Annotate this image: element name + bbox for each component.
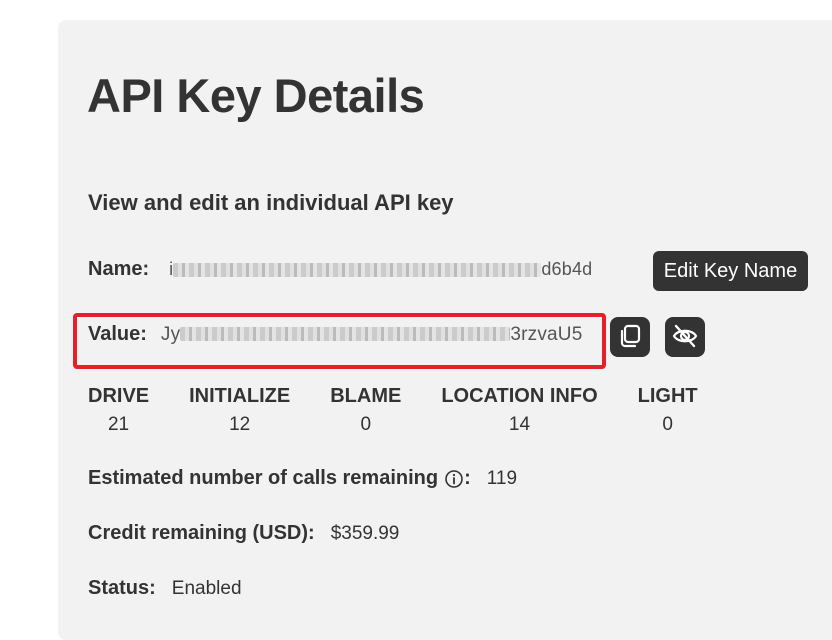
eye-off-icon bbox=[671, 322, 699, 353]
copy-icon bbox=[617, 323, 643, 352]
stat-value: 12 bbox=[229, 414, 251, 435]
key-name-redacted bbox=[173, 263, 542, 278]
stat-location-info: LOCATION INFO 14 bbox=[441, 385, 597, 436]
key-value-label: Value: bbox=[88, 323, 147, 345]
stat-initialize: INITIALIZE 12 bbox=[189, 385, 290, 436]
calls-remaining-separator: : bbox=[464, 467, 471, 489]
stat-blame: BLAME 0 bbox=[330, 385, 401, 436]
copy-value-button[interactable] bbox=[610, 317, 650, 357]
credit-remaining-label: Credit remaining (USD): bbox=[88, 522, 315, 544]
key-value-redacted bbox=[180, 327, 511, 342]
edit-key-name-button[interactable]: Edit Key Name bbox=[653, 251, 808, 291]
calls-remaining-label: Estimated number of calls remaining bbox=[88, 467, 439, 489]
stat-name: LIGHT bbox=[637, 385, 698, 407]
stat-value: 14 bbox=[508, 414, 531, 435]
stat-value: 0 bbox=[662, 414, 673, 435]
key-name-value: i d6b4d bbox=[169, 259, 592, 280]
status-value: Enabled bbox=[171, 577, 242, 599]
key-value-value: Jy 3rzvaU5 bbox=[161, 324, 583, 346]
key-name-row: Name: i d6b4d bbox=[88, 258, 592, 281]
key-value-value-prefix: Jy bbox=[160, 323, 181, 345]
calls-remaining-row: Estimated number of calls remaining : 11… bbox=[88, 467, 517, 490]
status-label: Status: bbox=[88, 577, 156, 599]
stat-name: LOCATION INFO bbox=[441, 385, 598, 407]
page-title: API Key Details bbox=[87, 69, 425, 122]
key-name-label: Name: bbox=[88, 258, 150, 280]
toggle-visibility-button[interactable] bbox=[665, 317, 705, 357]
stat-name: BLAME bbox=[330, 385, 402, 407]
stat-value: 21 bbox=[107, 414, 130, 435]
status-row: Status: Enabled bbox=[88, 577, 242, 600]
page-subtitle: View and edit an individual API key bbox=[88, 190, 454, 215]
stat-name: INITIALIZE bbox=[189, 385, 291, 407]
credit-remaining-value: $359.99 bbox=[330, 522, 400, 544]
stat-value: 0 bbox=[360, 414, 372, 435]
key-name-value-suffix: d6b4d bbox=[541, 259, 593, 279]
stat-drive: DRIVE 21 bbox=[88, 385, 149, 436]
calls-remaining-value: 119 bbox=[486, 467, 518, 489]
info-icon[interactable] bbox=[444, 469, 464, 489]
stat-name: DRIVE bbox=[88, 385, 150, 407]
usage-stats: DRIVE 21 INITIALIZE 12 BLAME 0 LOCATION … bbox=[88, 385, 738, 436]
credit-remaining-row: Credit remaining (USD): $359.99 bbox=[88, 522, 399, 545]
key-value-value-suffix: 3rzvaU5 bbox=[510, 323, 583, 345]
stat-light: LIGHT 0 bbox=[638, 385, 698, 436]
key-value-row: Value: Jy 3rzvaU5 bbox=[88, 323, 582, 346]
